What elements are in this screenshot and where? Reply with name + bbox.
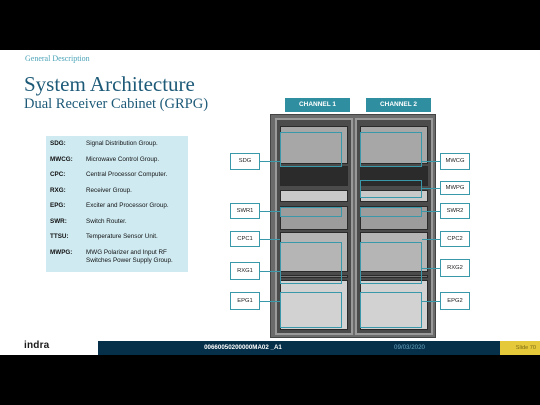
legend-item: CPC: Central Processor Computer. [50, 171, 188, 187]
sdg-connector [260, 161, 280, 162]
label-swr2: SWR2 [440, 203, 470, 219]
swr1-connector [260, 211, 280, 212]
legend-desc-line2: Switches Power Supply Group. [86, 257, 173, 264]
label-swr1: SWR1 [230, 203, 260, 219]
slide-number: Slide 70 [500, 341, 540, 355]
swr1-highlight [280, 207, 342, 217]
label-cpc2: CPC2 [440, 231, 470, 247]
label-epg2: EPG2 [440, 292, 470, 310]
legend-item: SWR: Switch Router. [50, 218, 188, 234]
legend-desc: Exciter and Processor Group. [86, 202, 169, 209]
mwpg-connector [422, 188, 440, 189]
cpc1-connector [260, 239, 280, 240]
rxg2-highlight [360, 242, 422, 284]
legend-abbr: RXG: [50, 186, 66, 194]
swr2-connector [422, 211, 440, 212]
legend-item: EPG: Exciter and Processor Group. [50, 202, 188, 218]
rxg2-connector [422, 268, 440, 269]
legend-abbr: MWCG: [50, 155, 73, 163]
mwcg-connector [422, 161, 440, 162]
legend-desc: Central Processor Computer. [86, 171, 168, 178]
section-label: General Description [25, 54, 90, 63]
legend-abbr: SWR: [50, 217, 67, 225]
label-mwpg: MWPG [440, 181, 470, 195]
legend-abbr: MWPG: [50, 248, 73, 256]
channel-1-header: CHANNEL 1 [285, 98, 350, 112]
sdg-highlight [280, 132, 342, 167]
label-mwcg: MWCG [440, 153, 470, 170]
epg1-highlight [280, 292, 342, 328]
channel-2-header: CHANNEL 2 [366, 98, 431, 112]
legend-abbr: TTSU: [50, 233, 69, 240]
legend-desc-line1: MWG Polarizer and Input RF [86, 248, 167, 256]
abbreviation-legend: SDG: Signal Distribution Group. MWCG: Micr… [46, 136, 188, 272]
legend-desc: Receiver Group. [86, 186, 132, 194]
document-id: 00660050200000MA02 _A1 [98, 341, 388, 355]
epg1-connector [260, 301, 280, 302]
label-sdg: SDG [230, 153, 260, 170]
epg2-connector [422, 301, 440, 302]
legend-item: RXG: Receiver Group. [50, 187, 188, 203]
label-cpc1: CPC1 [230, 231, 260, 247]
legend-desc: Switch Router. [86, 217, 127, 225]
legend-abbr: SDG: [50, 140, 66, 147]
slide: General Description System Architecture … [0, 50, 540, 355]
slide-footer: indra 00660050200000MA02 _A1 09/03/2020 … [0, 336, 540, 355]
legend-desc: Microwave Control Group. [86, 155, 160, 163]
label-rxg2: RXG2 [440, 259, 470, 277]
legend-abbr: CPC: [50, 171, 66, 178]
rxg1-connector [260, 271, 280, 272]
footer-date: 09/03/2020 [388, 341, 500, 355]
blank-unit [280, 166, 348, 186]
swr1-unit [280, 190, 348, 202]
legend-item: SDG: Signal Distribution Group. [50, 140, 188, 156]
slide-title: System Architecture [24, 72, 195, 96]
mwcg-highlight [360, 132, 422, 167]
mwpg-highlight [360, 180, 422, 198]
legend-item: MWPG: MWG Polarizer and Input RF Switches … [50, 249, 188, 271]
label-epg1: EPG1 [230, 292, 260, 310]
legend-desc: Signal Distribution Group. [86, 140, 158, 147]
legend-abbr: EPG: [50, 202, 66, 209]
swr2-highlight [360, 207, 422, 217]
legend-item: TTSU: Temperature Sensor Unit. [50, 233, 188, 249]
label-rxg1: RXG1 [230, 262, 260, 280]
legend-item: MWCG: Microwave Control Group. [50, 156, 188, 172]
indra-logo: indra [24, 340, 50, 351]
epg2-highlight [360, 292, 422, 328]
legend-desc: Temperature Sensor Unit. [86, 233, 158, 240]
legend-desc: MWG Polarizer and Input RF Switches Power… [86, 249, 173, 266]
cpc2-connector [422, 239, 440, 240]
rxg1-highlight [280, 242, 342, 284]
slide-subtitle: Dual Receiver Cabinet (GRPG) [24, 96, 209, 112]
